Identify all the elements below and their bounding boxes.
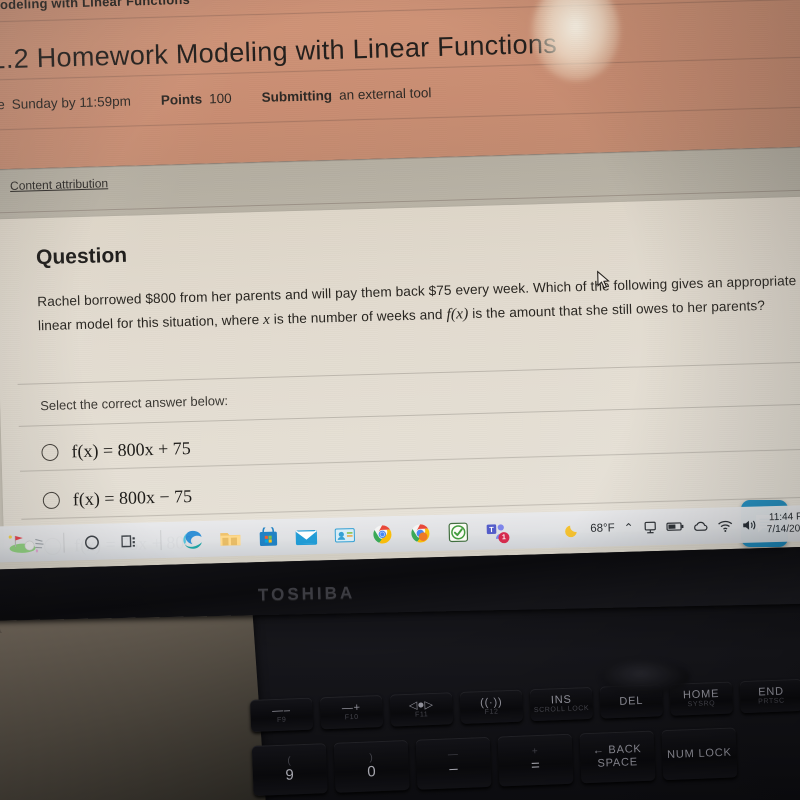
mouse-cursor xyxy=(597,270,610,289)
handwriting-line: x−9 ÷ 1 xyxy=(0,621,3,638)
photo-of-laptop-screen: x−9 ÷ 1 7 ÷ 1 7 ÷ 1 ÷ 1 — 1 —–F9—+F10◁⏺▷… xyxy=(0,0,800,800)
keyboard-key: INS SCROLL LOCK xyxy=(529,686,593,722)
microsoft-teams-icon[interactable]: T 1 xyxy=(485,520,510,544)
keyboard-key: END PRTSC xyxy=(739,678,800,714)
question-card: Question Rachel borrowed $800 from her p… xyxy=(0,195,800,555)
golf-icon xyxy=(8,535,44,553)
due-label: ue xyxy=(0,97,6,113)
cortana-icon[interactable] xyxy=(80,531,103,554)
radio-button-a[interactable] xyxy=(41,443,59,462)
keyboard-key: (9 xyxy=(251,743,328,796)
canvas-assignment-header xyxy=(0,0,800,170)
submitting-value: an external tool xyxy=(338,85,432,103)
keyboard-key: —+ F10 xyxy=(319,694,384,730)
microsoft-edge-icon[interactable] xyxy=(181,528,204,551)
keyboard-key: — – xyxy=(415,736,492,790)
keyboard-key: ((·)) F12 xyxy=(459,689,524,724)
mail-icon[interactable] xyxy=(295,525,318,548)
laptop-keyboard: —– F9 —+ F10 ◁⏺▷ F11 ((·)) F12 INS SCROLL LOCK DEL… xyxy=(250,678,800,800)
checkmark-app-icon[interactable] xyxy=(447,521,470,544)
chevron-up-icon[interactable]: ⌃ xyxy=(624,521,634,535)
submitting-label: Submitting xyxy=(261,87,333,105)
answer-option-b-label: f(x) = 800x − 75 xyxy=(72,486,193,510)
points-label: Points xyxy=(160,91,203,108)
answer-option-a[interactable]: f(x) = 800x + 75 xyxy=(41,438,191,463)
amount-borrowed: $800 xyxy=(145,290,177,307)
radio-button-b[interactable] xyxy=(42,491,61,510)
people-contacts-icon[interactable] xyxy=(333,524,356,547)
answer-option-a-label: f(x) = 800x + 75 xyxy=(71,438,192,462)
question-text-part1: Rachel borrowed xyxy=(37,291,146,310)
question-text-part2: from her parents and will pay them back xyxy=(175,283,429,306)
question-heading: Question xyxy=(35,243,128,270)
paper-sheet-front: x−9 ÷ 1 7 ÷ 1 7 ÷ 1 ÷ 1 — 1 xyxy=(0,599,268,800)
onedrive-sync-icon[interactable] xyxy=(643,520,657,534)
answer-option-b[interactable]: f(x) = 800x − 75 xyxy=(42,486,193,511)
keyboard-key: NUM LOCK xyxy=(661,727,738,781)
keyboard-key: —– F9 xyxy=(250,697,314,732)
weekly-payment: $75 xyxy=(428,282,452,299)
keyboard-key: + = xyxy=(497,733,574,787)
wifi-icon[interactable] xyxy=(717,519,733,532)
temperature-label: 68°F xyxy=(590,522,615,535)
function-fx: f(x) xyxy=(446,305,469,324)
clock[interactable]: 11:44 PM 7/14/2022 xyxy=(766,511,800,536)
file-explorer-icon[interactable] xyxy=(219,527,242,550)
task-view-icon[interactable] xyxy=(118,530,141,553)
battery-icon[interactable] xyxy=(665,520,684,532)
points-value: 100 xyxy=(208,90,232,107)
system-tray[interactable]: 68°F ⌃ 11:44 PM 7/14/2022 xyxy=(564,511,800,541)
clock-date: 7/14/2022 xyxy=(766,523,800,536)
question-text-part4: is the number of weeks and xyxy=(269,307,447,328)
teams-notification-badge: 1 xyxy=(498,532,510,544)
question-text-part5: is the amount that she still owes to her… xyxy=(468,298,766,322)
moon-icon xyxy=(565,525,577,537)
google-chrome-second-icon[interactable] xyxy=(409,522,432,545)
google-chrome-icon[interactable] xyxy=(371,523,394,546)
cloud-icon[interactable] xyxy=(693,519,708,532)
select-answer-prompt: Select the correct answer below: xyxy=(39,392,229,414)
laptop-screen: Modeling with Linear Functions 1.2 Homew… xyxy=(0,0,800,570)
clock-time: 11:44 PM xyxy=(768,511,800,524)
keyboard-key: ◁⏺▷ F11 xyxy=(389,692,454,727)
speaker-icon[interactable] xyxy=(742,518,758,531)
keyboard-key: ) 0 xyxy=(333,739,410,793)
microsoft-store-icon[interactable] xyxy=(257,526,280,549)
question-text: Rachel borrowed $800 from her parents an… xyxy=(37,268,800,340)
content-attribution-link[interactable]: Content attribution xyxy=(10,176,108,193)
laptop-hinge xyxy=(600,660,690,694)
golf-weather-widget[interactable] xyxy=(3,532,48,555)
keyboard-key: ← BACK SPACE xyxy=(579,730,656,784)
svg-text:T: T xyxy=(489,525,494,534)
